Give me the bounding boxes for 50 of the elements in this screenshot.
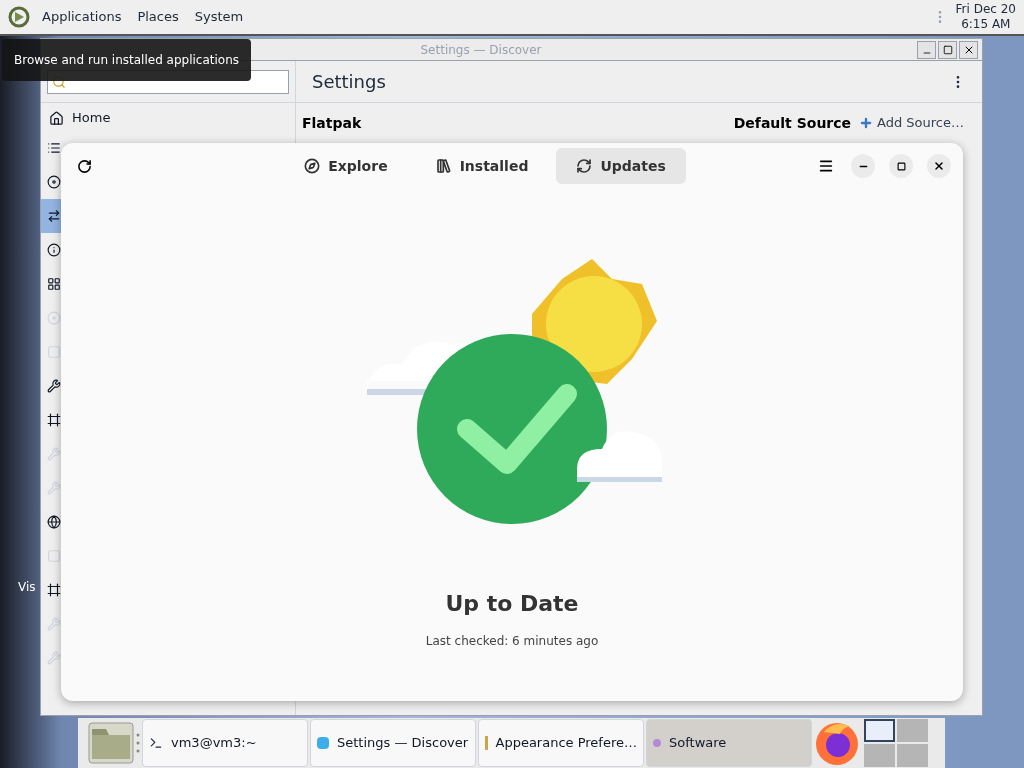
plus-icon xyxy=(859,116,874,130)
status-title: Up to Date xyxy=(445,590,579,618)
drag-handle-icon[interactable] xyxy=(136,732,140,754)
library-icon xyxy=(435,158,452,174)
menu-item[interactable]: Applications xyxy=(38,7,126,27)
desktop-icon-label[interactable]: Vis xyxy=(18,578,36,596)
maximize-icon xyxy=(942,44,953,55)
menu-item[interactable]: Places xyxy=(133,7,183,27)
add-source-button[interactable]: Add Source… xyxy=(859,113,964,133)
close-button[interactable] xyxy=(927,154,951,178)
task-button[interactable]: Appearance Prefere… xyxy=(478,719,644,767)
maximize-icon xyxy=(896,161,906,171)
task-button[interactable]: Software xyxy=(646,719,812,767)
section-title: Flatpak xyxy=(302,113,363,133)
task-button[interactable]: vm3@vm3:~ xyxy=(142,719,308,767)
clock-date: Fri Dec 20 xyxy=(955,2,1016,17)
folder-icon[interactable] xyxy=(88,721,134,765)
tab[interactable]: Explore xyxy=(284,148,408,184)
terminal-icon xyxy=(149,736,163,750)
page-heading: Settings xyxy=(312,70,387,94)
home-icon xyxy=(49,110,64,126)
window-title: Settings — Discover xyxy=(420,41,542,59)
workspace-cell[interactable] xyxy=(897,719,928,742)
logo-icon[interactable] xyxy=(8,6,30,28)
sidebar-item[interactable]: Home xyxy=(41,105,295,131)
compass-icon xyxy=(304,158,321,174)
close-icon xyxy=(933,160,945,172)
menu-item[interactable]: System xyxy=(190,7,248,27)
tab[interactable]: Updates xyxy=(556,148,686,184)
maximize-button[interactable] xyxy=(889,154,913,178)
tooltip-text: Browse and run installed applications xyxy=(14,52,240,69)
refresh-icon xyxy=(576,158,593,174)
clock-time: 6:15 AM xyxy=(961,17,1011,32)
sidebar-icon-row[interactable] xyxy=(41,199,61,233)
app-icon xyxy=(485,736,488,750)
minimize-button[interactable] xyxy=(917,40,936,59)
refresh-icon xyxy=(76,158,92,174)
task-button[interactable]: Settings — Discover xyxy=(310,719,476,767)
close-button[interactable] xyxy=(959,40,978,59)
tab[interactable]: Installed xyxy=(415,148,549,184)
maximize-button[interactable] xyxy=(938,40,957,59)
status-subtitle: Last checked: 6 minutes ago xyxy=(425,633,599,650)
workspace-cell[interactable] xyxy=(864,744,895,767)
browser-icon[interactable] xyxy=(814,720,860,766)
menu-icon xyxy=(818,158,834,174)
app-icon xyxy=(653,739,661,747)
workspace-cell[interactable] xyxy=(864,719,895,742)
workspace-cell[interactable] xyxy=(897,744,928,767)
app-icon xyxy=(317,737,329,749)
default-source-label: Default Source xyxy=(733,113,852,133)
